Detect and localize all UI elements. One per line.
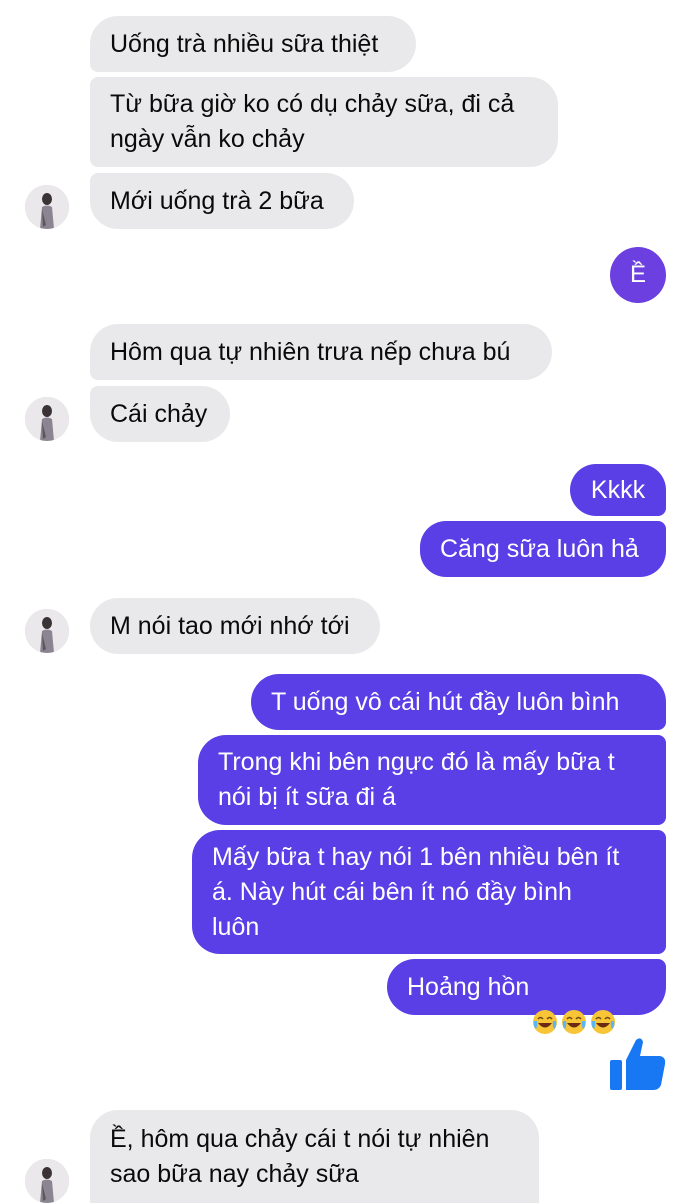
contact-avatar-icon[interactable] — [25, 185, 69, 229]
message-text: Ề, hôm qua chảy cái t nói tự nhiên sao b… — [110, 1124, 490, 1188]
contact-avatar-icon[interactable] — [25, 1159, 69, 1203]
incoming-message[interactable]: Mới uống trà 2 bữa — [90, 173, 354, 229]
outgoing-message[interactable]: Trong khi bên ngực đó là mấy bữa t nói b… — [198, 735, 666, 825]
incoming-message[interactable]: M nói tao mới nhớ tới — [90, 598, 380, 654]
laughing-emoji-icon — [590, 974, 616, 1034]
incoming-message[interactable]: Ề, hôm qua chảy cái t nói tự nhiên sao b… — [90, 1110, 539, 1203]
message-text: Uống trà nhiều sữa thiệt — [110, 29, 379, 58]
incoming-message[interactable]: Uống trà nhiều sữa thiệt — [90, 16, 416, 72]
outgoing-message[interactable]: Mấy bữa t hay nói 1 bên nhiều bên ít á. … — [192, 830, 666, 954]
message-text: T uống vô cái hút đầy luôn bình — [271, 687, 620, 716]
contact-avatar-icon[interactable] — [25, 397, 69, 441]
message-text: Cái chảy — [110, 399, 208, 428]
laughing-emoji-icon — [561, 974, 587, 1034]
incoming-message[interactable]: Hôm qua tự nhiên trưa nếp chưa bú — [90, 324, 552, 380]
outgoing-message[interactable]: Ề — [610, 247, 666, 303]
thumbs-up-icon[interactable] — [608, 1034, 668, 1094]
laughing-emoji-icon — [532, 974, 558, 1034]
message-text: Kkkk — [590, 475, 646, 504]
message-text: Trong khi bên ngực đó là mấy bữa t nói b… — [218, 748, 615, 811]
message-text: Căng sữa luôn hả — [440, 534, 639, 563]
message-text: Mới uống trà 2 bữa — [110, 186, 324, 215]
incoming-message[interactable]: Cái chảy — [90, 386, 230, 442]
incoming-message[interactable]: Từ bữa giờ ko có dụ chảy sữa, đi cả ngày… — [90, 77, 558, 167]
outgoing-message[interactable]: T uống vô cái hút đầy luôn bình — [251, 674, 666, 730]
message-text: Mấy bữa t hay nói 1 bên nhiều bên ít á. … — [212, 842, 620, 941]
message-text: Hôm qua tự nhiên trưa nếp chưa bú — [110, 337, 511, 366]
message-text: Ề — [629, 261, 646, 288]
message-text: Từ bữa giờ ko có dụ chảy sữa, đi cả ngày… — [110, 90, 515, 153]
message-text: M nói tao mới nhớ tới — [110, 611, 350, 640]
message-text: Hoảng hồn — [407, 972, 530, 1001]
outgoing-message[interactable]: Căng sữa luôn hả — [420, 521, 666, 577]
outgoing-message[interactable]: Kkkk — [570, 464, 666, 516]
outgoing-message[interactable]: Hoảng hồn — [387, 959, 666, 1034]
contact-avatar-icon[interactable] — [25, 609, 69, 653]
